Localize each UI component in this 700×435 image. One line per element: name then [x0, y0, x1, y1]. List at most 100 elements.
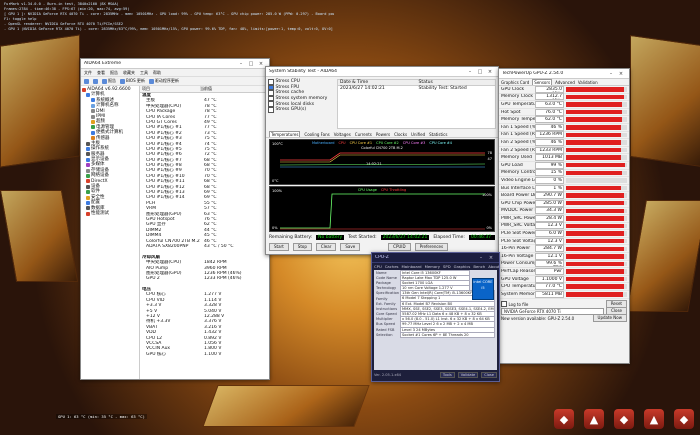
app-icon[interactable]: ◆ — [614, 409, 634, 429]
app-icon[interactable]: ▲ — [644, 409, 664, 429]
sensor-name[interactable]: PCIe Slot Voltage — [501, 239, 535, 244]
sensor-name[interactable]: System Memory Used — [501, 292, 535, 297]
sensor-name[interactable]: Memory Clock — [501, 94, 535, 99]
sensor-name[interactable]: Bus Interface Load — [501, 186, 535, 191]
menu-item[interactable]: 收藏夹 — [123, 70, 135, 76]
tab[interactable]: Currents — [355, 132, 372, 137]
stability-button[interactable]: Preferences — [414, 243, 449, 251]
app-icon[interactable]: ▲ — [584, 409, 604, 429]
checkbox[interactable] — [268, 107, 274, 113]
sensor-name[interactable]: Fan 2 Speed (%) — [501, 140, 535, 145]
tab[interactable]: Memory — [425, 264, 440, 269]
sensor-name[interactable]: Fan 2 Speed (RPM) — [501, 148, 535, 153]
sensor-name[interactable]: CPU Temperature — [501, 284, 535, 289]
tab[interactable]: Voltages — [334, 132, 351, 137]
tab[interactable]: Unified — [411, 132, 425, 137]
sensor-name[interactable]: GPU Load — [501, 163, 535, 168]
menu-item[interactable]: 查看 — [97, 70, 105, 76]
minimize-icon[interactable]: – — [476, 255, 486, 261]
device-select[interactable]: NVIDIA GeForce RTX 4070 Ti — [501, 307, 605, 315]
stress-option[interactable]: Stress GPU(s) — [268, 107, 334, 113]
sensor-bar — [566, 94, 627, 100]
tab[interactable]: Clocks — [394, 132, 407, 137]
tab[interactable]: Temperatures — [269, 131, 301, 137]
update-now-button[interactable]: Update Now — [592, 314, 627, 323]
close-icon[interactable]: × — [486, 255, 496, 261]
stability-titlebar[interactable]: System Stability Test - AIDA64 – □ × — [266, 67, 498, 77]
validate-button[interactable]: Validate — [457, 372, 479, 378]
sensor-name[interactable]: Fan 1 Speed (RPM) — [501, 132, 535, 137]
tree-item[interactable]: AIDA64 v6.92.6600 — [81, 87, 139, 92]
sensor-name[interactable]: Hot Spot — [501, 110, 535, 115]
sensor-name[interactable]: Video Engine Load — [501, 178, 535, 183]
stability-button[interactable]: Start — [269, 243, 289, 251]
sensor-name[interactable]: PWR_SRC Voltage — [501, 223, 535, 228]
column-item[interactable]: 项目 — [140, 86, 200, 92]
sensor-name[interactable]: Board Power Draw — [501, 193, 535, 198]
tab[interactable]: SPD — [443, 264, 451, 269]
tab[interactable]: Validation — [578, 80, 598, 85]
report-label: 报告 — [108, 78, 116, 83]
close-icon[interactable]: × — [616, 71, 626, 77]
minimize-icon[interactable]: – — [606, 71, 616, 77]
tab[interactable]: Graphics — [454, 264, 471, 269]
tab[interactable]: Powers — [376, 132, 390, 137]
back-button[interactable] — [84, 78, 89, 84]
sensor-name[interactable]: GPU Temperature — [501, 102, 535, 107]
gpuz-titlebar[interactable]: TechPowerUp GPU-Z 2.54.0 – × — [499, 69, 629, 79]
menu-item[interactable]: 文件 — [84, 70, 92, 76]
stress-option[interactable]: Stress system memory — [268, 95, 334, 102]
sensor-value: 1.100 V — [204, 351, 222, 357]
sensor-name[interactable]: PerfCap Reason — [501, 269, 535, 274]
sensor-name[interactable]: PCIe Slot Power — [501, 231, 535, 236]
column-value[interactable]: 当前值 — [200, 86, 269, 92]
stability-button[interactable]: CPUID — [388, 243, 411, 251]
sensor-name[interactable]: GPU Chip Power Draw — [501, 201, 535, 206]
tab[interactable]: CPU — [374, 264, 382, 269]
minimize-icon[interactable]: – — [465, 69, 475, 75]
maximize-icon[interactable]: □ — [475, 69, 485, 75]
driver-update-button[interactable]: 驱动程序更新 — [148, 78, 179, 84]
tools-button[interactable]: Tools — [439, 372, 455, 378]
sensor-name[interactable]: Power Consumption (%) — [501, 261, 535, 266]
tab[interactable]: About — [488, 264, 499, 269]
tab[interactable]: Sensors — [532, 79, 553, 85]
stability-button[interactable]: Stop — [292, 243, 312, 251]
sensor-name[interactable]: Memory Used — [501, 155, 535, 160]
report-button[interactable]: 报告 — [102, 78, 116, 84]
tab[interactable]: Bench — [473, 264, 485, 269]
stability-button[interactable]: Save — [340, 243, 361, 251]
close-icon[interactable]: × — [485, 69, 495, 75]
sensor-name[interactable]: GPU Clock — [501, 87, 535, 92]
bios-update-button[interactable]: BIOS 更新 — [120, 78, 145, 84]
sensor-name[interactable]: PWR_SRC Power Draw — [501, 216, 535, 221]
stability-button[interactable]: Clear — [315, 243, 337, 251]
minimize-icon[interactable]: – — [236, 61, 246, 67]
sensor-name[interactable]: Memory Controller Load — [501, 170, 535, 175]
tab[interactable]: Graphics Card — [501, 80, 529, 85]
log-checkbox[interactable] — [501, 301, 507, 307]
sensor-name[interactable]: 16-Pin Voltage — [501, 254, 535, 259]
tab[interactable]: Statistics — [429, 132, 447, 137]
maximize-icon[interactable]: □ — [246, 61, 256, 67]
tab[interactable]: Caches — [385, 264, 399, 269]
app-icon[interactable]: ◆ — [674, 409, 694, 429]
tab[interactable]: Mainboard — [402, 264, 422, 269]
sensor-name[interactable]: Fan 1 Speed (%) — [501, 125, 535, 130]
sensor-name[interactable]: MVDDC Power Draw — [501, 208, 535, 213]
tab[interactable]: Advanced — [555, 80, 575, 85]
close-button[interactable]: Close — [481, 372, 497, 378]
sensor-bar-fill — [566, 94, 624, 100]
aida64-titlebar[interactable]: AIDA64 Extreme – □ × — [81, 59, 269, 69]
app-icon[interactable]: ◆ — [554, 409, 574, 429]
sensor-name[interactable]: Memory Temperature — [501, 117, 535, 122]
sensor-name[interactable]: 16-Pin Power — [501, 246, 535, 251]
cpuz-titlebar[interactable]: CPU-Z – × — [372, 253, 499, 263]
sensor-name[interactable]: GPU Voltage — [501, 277, 535, 282]
forward-button[interactable] — [93, 78, 98, 84]
tree-item[interactable]: 性能测试 — [81, 211, 139, 216]
menu-item[interactable]: 工具 — [140, 70, 148, 76]
menu-item[interactable]: 帮助 — [153, 70, 161, 76]
tab[interactable]: Cooling Fans — [304, 132, 329, 137]
menu-item[interactable]: 报告 — [110, 70, 118, 76]
